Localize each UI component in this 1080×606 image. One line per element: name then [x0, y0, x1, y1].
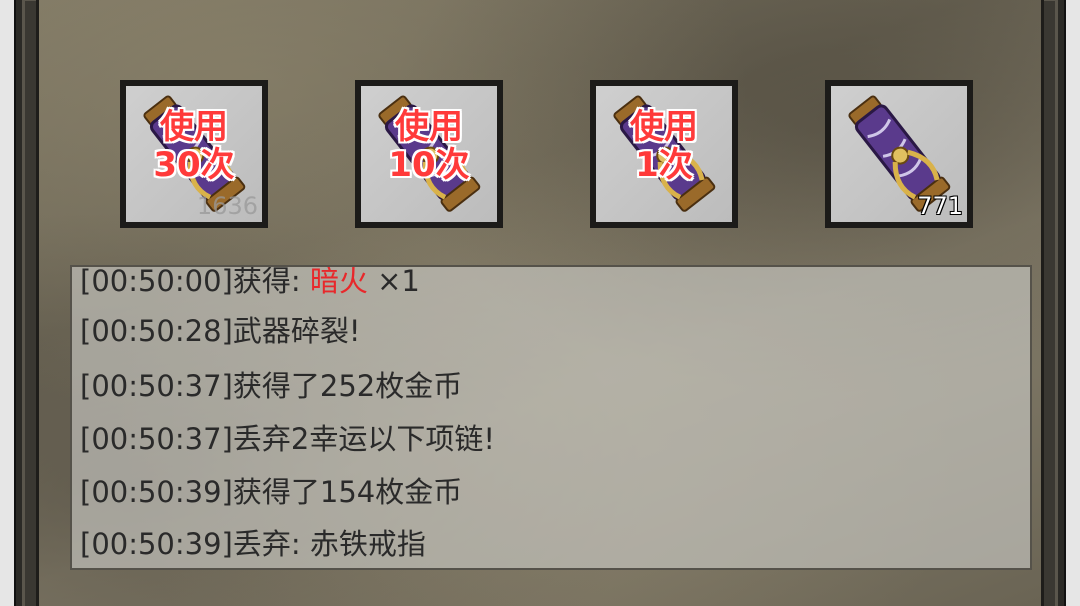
stack-count: 771	[917, 192, 963, 220]
use-count-label: 使用 10次	[388, 107, 470, 185]
log-line: [00:50:37]获得了252枚金币	[80, 369, 463, 403]
message-log[interactable]: [00:50:00]获得: 暗火 ×1 [00:50:28]武器碎裂! [00:…	[70, 265, 1032, 570]
log-line-prefix: [00:50:00]获得:	[80, 265, 310, 298]
log-item-name: 暗火	[309, 265, 368, 298]
item-slot-inner: 使用 10次	[361, 86, 497, 222]
log-line: [00:50:39]丢弃: 赤铁戒指	[80, 527, 426, 561]
log-line: [00:50:39]获得了154枚金币	[80, 475, 463, 509]
stack-count: 1636	[196, 192, 258, 220]
item-slot-use-10[interactable]: 使用 10次	[355, 80, 503, 228]
left-margin	[0, 0, 14, 606]
right-margin	[1066, 0, 1080, 606]
item-slot-use-1[interactable]: 使用 1次	[590, 80, 738, 228]
item-slot-use-30[interactable]: 使用 30次 1636	[120, 80, 268, 228]
item-slot-inner: 771	[831, 86, 967, 222]
log-line: [00:50:37]丢弃2幸运以下项链!	[80, 422, 495, 456]
item-slot-scroll-stack[interactable]: 771	[825, 80, 973, 228]
item-slot-inner: 使用 30次 1636	[126, 86, 262, 222]
use-count-label: 使用 30次	[153, 107, 235, 185]
log-line: [00:50:28]武器碎裂!	[80, 314, 361, 348]
item-slot-inner: 使用 1次	[596, 86, 732, 222]
use-count-label: 使用 1次	[630, 107, 698, 185]
log-line: [00:50:00]获得: 暗火 ×1	[80, 265, 420, 303]
log-line-suffix: ×1	[367, 265, 420, 298]
